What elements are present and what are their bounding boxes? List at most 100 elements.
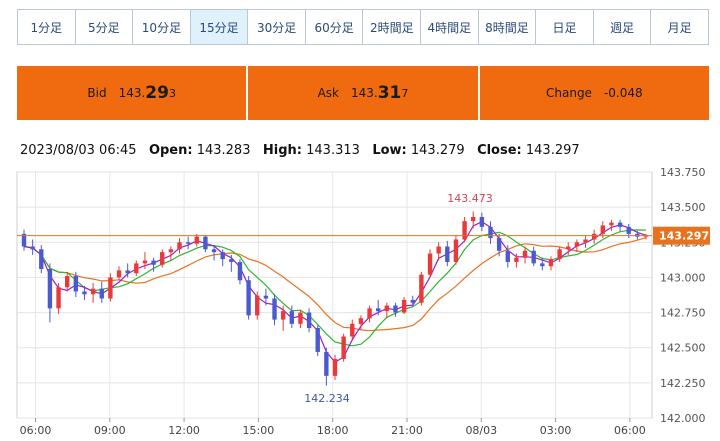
- y-tick-label: 142.250: [660, 377, 706, 390]
- candle-body: [39, 249, 44, 269]
- y-tick-label: 143.500: [660, 201, 706, 214]
- tab-daily[interactable]: 日足: [536, 10, 594, 44]
- tab-10min[interactable]: 10分足: [133, 10, 191, 44]
- candle-body: [332, 358, 338, 376]
- ohlc-datetime: 2023/08/03 06:45: [20, 143, 137, 158]
- quote-bar: Bid 143. 29 3 Ask 143. 31 7 Change -0.048: [17, 66, 709, 120]
- x-tick-label: 15:00: [243, 424, 275, 437]
- candle-body: [531, 250, 536, 264]
- x-tick-label: 18:00: [317, 424, 349, 437]
- candle-body: [574, 242, 580, 247]
- candle-body: [436, 246, 441, 254]
- high-value: 143.313: [306, 143, 360, 158]
- candle-body: [73, 276, 79, 292]
- open-label: Open:: [148, 143, 193, 158]
- high-label: High:: [262, 143, 302, 158]
- bid-price-big: 29: [145, 83, 169, 103]
- candle-body: [177, 242, 182, 250]
- tab-30min[interactable]: 30分足: [248, 10, 306, 44]
- candle-body: [298, 312, 303, 324]
- tab-monthly[interactable]: 月足: [651, 10, 708, 44]
- candle-body: [160, 252, 165, 265]
- candle-body: [280, 311, 286, 320]
- candle-body: [522, 250, 528, 258]
- candle-body: [540, 263, 545, 267]
- candle-body: [203, 236, 208, 250]
- bid-box: Bid 143. 29 3: [17, 66, 247, 120]
- x-tick-label: 09:00: [94, 424, 126, 437]
- candle-body: [289, 311, 295, 324]
- timeframe-tabs: 1分足 5分足 10分足 15分足 30分足 60分足 2時間足 4時間足 8時…: [17, 9, 709, 45]
- candle-body: [617, 222, 623, 227]
- close-label: Close:: [477, 143, 522, 158]
- change-value: -0.048: [603, 86, 643, 100]
- x-tick-label: 06:00: [614, 424, 646, 437]
- y-tick-label: 142.500: [660, 342, 706, 355]
- tab-8hour[interactable]: 8時間足: [478, 10, 537, 44]
- candle-body: [583, 239, 588, 243]
- candle-body: [471, 216, 476, 222]
- candle-body: [367, 308, 372, 319]
- candle-body: [341, 336, 346, 359]
- x-tick-label: 21:00: [391, 424, 423, 437]
- candle-body: [185, 242, 191, 244]
- candle-body: [419, 274, 424, 303]
- tab-weekly[interactable]: 週足: [593, 10, 652, 44]
- price-chart[interactable]: 143.750143.500143.250143.000142.750142.5…: [0, 160, 720, 441]
- candle-body: [626, 226, 631, 234]
- candle-body: [375, 308, 381, 312]
- candle-body: [350, 323, 355, 337]
- candle-body: [548, 259, 554, 267]
- tab-4hour[interactable]: 4時間足: [421, 10, 479, 44]
- candle-body: [445, 246, 450, 262]
- ask-price-big: 31: [377, 83, 402, 103]
- candle-body: [90, 288, 96, 295]
- low-annotation: 142.234: [304, 392, 350, 405]
- candle-body: [142, 260, 148, 264]
- candle-body: [229, 259, 234, 262]
- candle-body: [384, 305, 390, 312]
- candle-body: [393, 305, 398, 313]
- y-tick-label: 142.000: [660, 412, 706, 425]
- candle-body: [324, 351, 329, 376]
- candle-body: [557, 249, 562, 260]
- candle-body: [272, 298, 277, 320]
- candle-body: [246, 280, 251, 316]
- candle-body: [211, 249, 217, 253]
- candle-body: [453, 239, 459, 262]
- y-tick-label: 143.000: [660, 271, 706, 284]
- candle-body: [496, 238, 502, 251]
- candle-body: [514, 257, 519, 262]
- candle-body: [306, 312, 312, 329]
- tab-15min[interactable]: 15分足: [190, 10, 249, 44]
- y-tick-label: 143.750: [660, 166, 706, 179]
- candle-body: [82, 291, 87, 295]
- candle-body: [99, 288, 104, 299]
- tab-1min[interactable]: 1分足: [18, 10, 76, 44]
- candle-body: [401, 299, 407, 313]
- candle-body: [609, 222, 614, 226]
- candle-body: [116, 270, 122, 278]
- candle-body: [64, 276, 70, 288]
- candle-body: [462, 221, 467, 240]
- candle-body: [358, 318, 364, 324]
- ask-price-main: 143.: [351, 86, 378, 100]
- candle-body: [56, 287, 61, 309]
- change-box: Change -0.048: [479, 66, 709, 120]
- candle-body: [263, 295, 269, 299]
- tab-60min[interactable]: 60分足: [305, 10, 364, 44]
- candle-body: [125, 270, 130, 274]
- candle-body: [47, 268, 53, 309]
- ask-box: Ask 143. 31 7: [248, 66, 478, 120]
- candle-body: [237, 261, 243, 281]
- low-value: 143.279: [410, 143, 465, 158]
- candle-body: [134, 263, 139, 274]
- candle-body: [488, 226, 493, 239]
- ask-label: Ask: [317, 86, 339, 100]
- open-value: 143.283: [196, 143, 251, 158]
- bid-label: Bid: [87, 86, 107, 100]
- tab-5min[interactable]: 5分足: [75, 10, 134, 44]
- candle-body: [151, 260, 156, 265]
- tab-2hour[interactable]: 2時間足: [363, 10, 422, 44]
- candle-body: [591, 233, 597, 240]
